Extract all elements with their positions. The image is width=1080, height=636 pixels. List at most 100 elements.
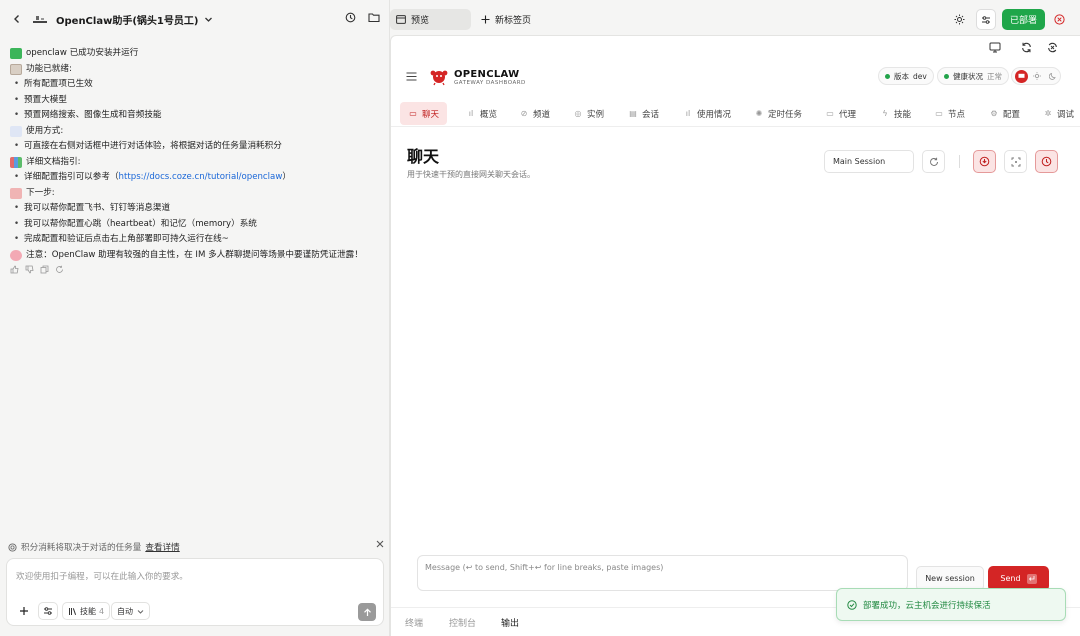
toast-message: 部署成功，云主机会进行持续保活 [863, 600, 991, 611]
nav-label: 聊天 [422, 109, 440, 120]
preview-pane: OPENCLAW GATEWAY DASHBOARD 版本 dev 健康状况 正… [390, 35, 1080, 636]
theme-toggle[interactable] [1011, 67, 1061, 85]
divider [959, 155, 960, 168]
skills-chip[interactable]: 技能 4 [62, 602, 111, 620]
version-badge: 版本 dev [878, 67, 934, 85]
mode-select[interactable]: 自动 [111, 602, 150, 620]
tab-bar: 预览 新标签页 已部署 [390, 0, 1080, 38]
nav-instances[interactable]: ◎ 实例 [565, 102, 612, 125]
health-label: 健康状况 [953, 71, 983, 81]
sun-theme-icon[interactable] [1033, 72, 1041, 80]
loader-icon: ✺ [755, 109, 763, 118]
thinking-toggle-button[interactable] [973, 150, 996, 173]
credit-notice: 积分消耗将取决于对话的任务量 查看详情 [8, 540, 384, 554]
docs-link[interactable]: https://docs.coze.cn/tutorial/openclaw [119, 170, 283, 186]
books-emoji-icon [10, 156, 22, 168]
prompt-input[interactable]: 欢迎使用扣子编程，可以在此输入你的要求。 技能 4 自动 [6, 558, 384, 626]
schedule-button[interactable] [1035, 150, 1058, 173]
settings-sliders-button[interactable] [38, 602, 58, 620]
page-title: 聊天 [407, 147, 440, 166]
nav-sessions[interactable]: ▤ 会话 [620, 102, 667, 125]
health-value: 正常 [987, 71, 1002, 81]
submit-button[interactable] [358, 603, 376, 621]
send-label: Send [1000, 574, 1021, 583]
page-subtitle: 用于快速干预的直接网关聊天会话。 [407, 170, 535, 179]
close-circle-icon[interactable] [1054, 14, 1065, 25]
monitor-icon: ▭ [935, 109, 943, 118]
nav-agents[interactable]: ▭ 代理 [817, 102, 864, 125]
nav-config[interactable]: ⚙ 配置 [981, 102, 1028, 125]
monitor-theme-icon[interactable] [1015, 69, 1028, 83]
nav-usage[interactable]: ıl 使用情况 [675, 102, 739, 125]
controls-button[interactable] [976, 9, 996, 30]
agent-title[interactable]: OpenClaw助手(锅头1号员工) [56, 12, 198, 27]
moon-theme-icon[interactable] [1049, 72, 1057, 80]
reset-icon[interactable] [1047, 42, 1058, 53]
refresh-chat-button[interactable] [922, 150, 945, 173]
books-icon [68, 607, 77, 616]
version-value: dev [913, 71, 927, 81]
copy-icon[interactable] [40, 265, 49, 274]
thumbs-down-icon[interactable] [25, 265, 34, 274]
tab-output[interactable]: 输出 [501, 616, 519, 629]
bullet: • [14, 203, 20, 213]
tab-terminal[interactable]: 终端 [405, 616, 423, 629]
msg-line: 详细配置指引可以参考（ [24, 172, 119, 182]
broadcast-icon: ◎ [574, 109, 582, 118]
nav-nodes[interactable]: ▭ 节点 [926, 102, 973, 125]
chat-icon: ▭ [409, 109, 417, 118]
bolt-icon: ϟ [882, 109, 888, 118]
sun-icon[interactable] [954, 14, 965, 25]
nav-debug[interactable]: ✲ 调试 [1035, 102, 1080, 125]
refresh-icon[interactable] [1021, 42, 1032, 53]
msg-line: openclaw 已成功安装并运行 [26, 48, 139, 58]
skills-count: 4 [99, 606, 105, 616]
tab-new[interactable]: 新标签页 [475, 9, 537, 30]
gear-icon: ⚙ [990, 109, 998, 118]
check-circle-icon [847, 599, 857, 610]
msg-line: 我可以帮你配置心跳（heartbeat）和记忆（memory）系统 [24, 218, 257, 229]
msg-line: 可直接在右侧对话框中进行对话体验，将根据对话的任务量消耗积分 [24, 141, 282, 151]
msg-line: 完成配置和验证后点击右上角部署即可持久运行在线~ [24, 234, 229, 244]
bullet: • [14, 218, 20, 229]
back-icon[interactable] [12, 14, 22, 24]
credit-details-link[interactable]: 查看详情 [145, 541, 179, 553]
nav-skills[interactable]: ϟ 技能 [872, 102, 919, 125]
message-input[interactable]: Message (↩ to send, Shift+↩ for line bre… [417, 555, 908, 591]
tab-console[interactable]: 控制台 [449, 616, 476, 629]
document-icon: ▤ [629, 109, 637, 118]
monitor-icon[interactable] [989, 42, 1001, 53]
nav-label: 定时任务 [768, 109, 803, 120]
plus-button[interactable] [15, 602, 33, 620]
history-icon[interactable] [345, 12, 356, 23]
hamburger-menu-icon[interactable] [406, 72, 417, 81]
session-select[interactable]: Main Session [824, 150, 914, 173]
nav-channels[interactable]: ⊘ 频道 [511, 102, 558, 125]
folder-icon[interactable] [368, 12, 380, 23]
msg-line: 预置网络搜索、图像生成和音频技能 [24, 110, 162, 120]
msg-line: 功能已就绪: [26, 63, 72, 74]
msg-line: 详细文档指引: [26, 156, 81, 167]
bullet: • [14, 79, 20, 89]
focus-mode-button[interactable] [1004, 150, 1027, 173]
tab-label: 新标签页 [495, 16, 532, 26]
brand-name: OPENCLAW [454, 69, 520, 80]
thumbs-up-icon[interactable] [10, 265, 19, 274]
tab-preview[interactable]: 预览 [390, 9, 471, 30]
msg-line: 注意：OpenClaw 助理有较强的自主性，在 IM 多人群聊提问等场景中要谨防… [26, 249, 363, 260]
nav-label: 调试 [1057, 109, 1075, 120]
nav-overview[interactable]: ıl 概览 [458, 102, 505, 125]
deployed-button[interactable]: 已部署 [1002, 9, 1045, 30]
agent-avatar-icon [32, 13, 48, 25]
nav-label: 实例 [587, 109, 605, 120]
regenerate-icon[interactable] [55, 265, 64, 274]
chevron-down-icon[interactable] [204, 15, 213, 24]
nav-chat[interactable]: ▭ 聊天 [400, 102, 448, 125]
nav-cron[interactable]: ✺ 定时任务 [746, 102, 810, 125]
version-label: 版本 [894, 71, 909, 81]
close-icon[interactable] [376, 540, 384, 548]
msg-line: 我可以帮你配置飞书、钉钉等消息渠道 [24, 203, 171, 213]
bar-chart-icon: ıl [685, 109, 691, 118]
nav-label: 代理 [839, 109, 857, 120]
bullet: • [14, 94, 20, 105]
